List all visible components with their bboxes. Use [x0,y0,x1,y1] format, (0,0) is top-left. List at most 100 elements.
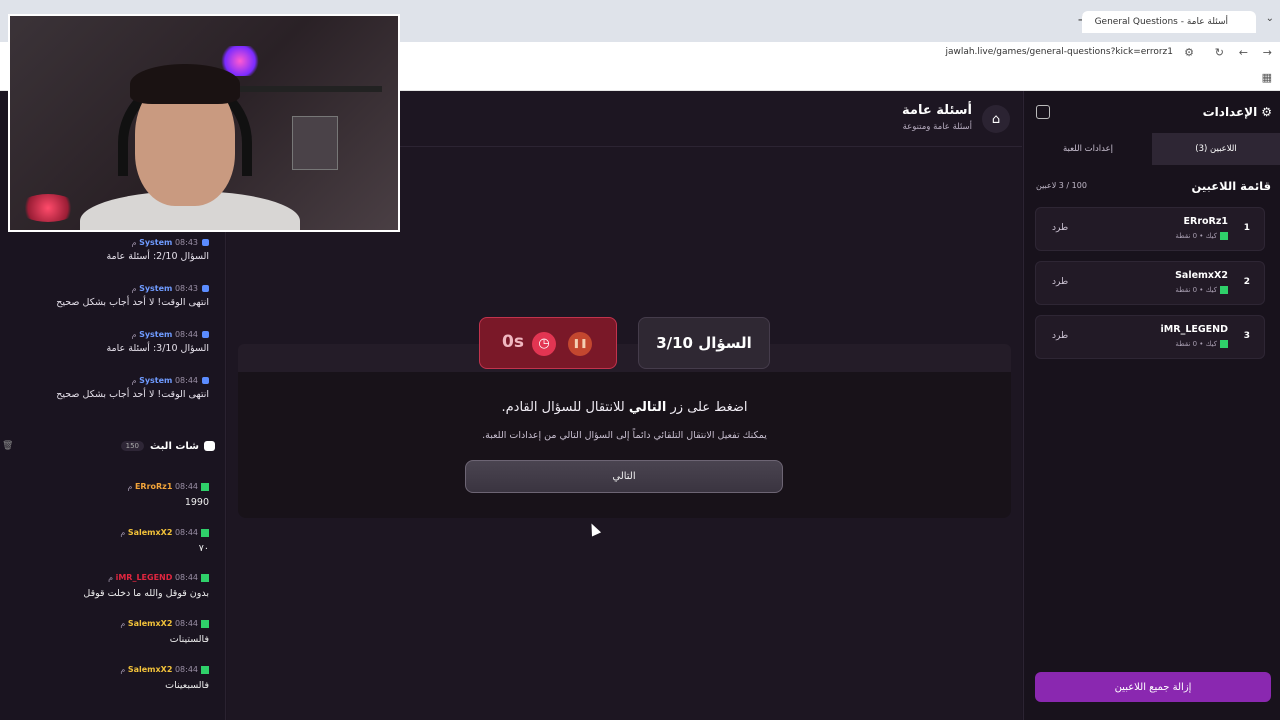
remove-all-players-button[interactable]: إزالة جميع اللاعبين [1035,672,1271,702]
shelf [222,86,382,92]
chat-message: ERroRz1 08:44 م 1990 [0,482,209,508]
stream-chat-header: شات البث 150 [1,438,215,454]
timer-box: 0s ◷ ❚❚ [479,317,617,369]
next-button[interactable]: التالي [465,460,783,493]
chat-message: SalemxX2 08:44 م فالستينات [0,619,209,645]
player-meta: كيك • 0 نقطة [1175,286,1228,294]
prompt-text: للانتقال للسؤال القادم. [501,400,629,415]
chat-text: 1990 [184,497,209,508]
player-name: ERroRz1 [1183,216,1228,227]
stream-chat-title: شات البث [150,440,199,452]
kick-player-button[interactable]: طرد [1052,223,1068,233]
forward-icon[interactable]: → [1263,46,1272,59]
timer-value: 0s [502,332,524,352]
viewer-count-badge: 150 [120,441,145,451]
kick-logo-icon [201,573,209,582]
player-card: 1 ERroRz1 كيك • 0 نقطة طرد [1035,207,1265,251]
system-message: System 08:44 م انتهى الوقت! لا أحد أجاب … [0,376,209,400]
url-bar[interactable]: jawlah.live/games/general-questions?kick… [945,47,1173,57]
kick-player-button[interactable]: طرد [1052,331,1068,341]
message-sender: System [139,284,173,293]
system-message: System 08:43 م السؤال 2/10: أسئلة عامة [0,238,209,262]
players-list-title: قائمة اللاعبين [1191,179,1271,193]
system-icon [202,331,209,338]
kick-logo-icon [1220,232,1228,240]
chat-username[interactable]: SalemxX2 [128,619,173,628]
message-text: انتهى الوقت! لا أحد أجاب بشكل صحيح [56,389,209,400]
system-message: System 08:43 م انتهى الوقت! لا أحد أجاب … [0,284,209,308]
chat-text: ٧٠ [198,543,209,554]
message-text: انتهى الوقت! لا أحد أجاب بشكل صحيح [56,297,209,308]
player-rank: 1 [1243,223,1250,233]
kick-logo-icon [201,528,209,537]
player-meta: كيك • 0 نقطة [1175,232,1228,240]
kick-player-button[interactable]: طرد [1052,277,1068,287]
auto-advance-hint: يمكنك تفعيل الانتقال التلقائي دائماً إلى… [482,430,767,441]
chat-username[interactable]: SalemxX2 [128,665,173,674]
wall-poster [292,116,338,170]
system-icon [202,285,209,292]
kick-logo-icon [201,665,209,674]
player-card: 2 SalemxX2 كيك • 0 نقطة طرد [1035,261,1265,305]
mouse-cursor [586,521,602,537]
chat-username[interactable]: SalemxX2 [128,528,173,537]
system-icon [202,377,209,384]
player-rank: 3 [1243,331,1250,341]
back-icon[interactable]: ← [1239,46,1248,59]
player-name: SalemxX2 [1175,270,1228,281]
home-icon: ⌂ [991,111,1001,127]
player-meta-text: كيك • 0 نقطة [1175,232,1217,240]
chat-message: iMR_LEGEND 08:44 م بدون قوقل والله ما دخ… [0,573,209,599]
player-meta-text: كيك • 0 نقطة [1175,286,1217,294]
tab-title: General Questions - أسئلة عامة [1094,17,1228,27]
ring-light [18,194,78,222]
prompt-highlight: التالي [628,400,667,415]
system-icon [202,239,209,246]
next-question-card: اضغط على زر التالي للانتقال للسؤال القاد… [238,372,1011,518]
pause-button[interactable]: ❚❚ [568,332,592,356]
player-card: 3 iMR_LEGEND كيك • 0 نقطة طرد [1035,315,1265,359]
settings-sidebar: ⚙الإعدادات إعدادات اللعبة اللاعبين (3) ق… [1023,91,1280,720]
gear-icon: ⚙ [1261,105,1272,119]
webcam-overlay [8,14,400,232]
player-meta: كيك • 0 نقطة [1175,340,1228,348]
apps-icon[interactable]: ▦ [1262,71,1272,84]
home-button[interactable]: ⌂ [982,105,1010,133]
chat-message: SalemxX2 08:44 م ٧٠ [0,528,209,554]
game-subtitle: أسئلة عامة ومتنوعة [902,122,972,132]
chat-username[interactable]: iMR_LEGEND [116,573,173,582]
message-text: السؤال 2/10: أسئلة عامة [106,251,209,262]
tab-players[interactable]: اللاعبين (3) [1152,133,1280,165]
tab-game-settings[interactable]: إعدادات اللعبة [1024,133,1152,165]
next-prompt: اضغط على زر التالي للانتقال للسؤال القاد… [238,400,1011,415]
browser-tab[interactable]: General Questions - أسئلة عامة [1082,11,1256,33]
tab-dropdown-icon[interactable]: ⌄ [1266,13,1274,24]
chat-username[interactable]: ERroRz1 [135,482,172,491]
player-rank: 2 [1243,277,1250,287]
question-counter: السؤال 3/10 [638,317,770,369]
settings-title-text: الإعدادات [1202,105,1258,119]
settings-title: ⚙الإعدادات [1203,105,1272,119]
reload-icon[interactable]: ↻ [1215,46,1224,59]
kick-logo-icon [1220,340,1228,348]
player-name: iMR_LEGEND [1160,324,1228,335]
message-text: السؤال 3/10: أسئلة عامة [106,343,209,354]
player-meta-text: كيك • 0 نقطة [1175,340,1217,348]
chat-text: فالستينات [169,634,209,645]
chat-message: SalemxX2 08:44 م فالسبعينات [0,665,209,691]
system-message: System 08:44 م السؤال 3/10: أسئلة عامة [0,330,209,354]
streamer-hair [130,64,240,104]
settings-tabs: إعدادات اللعبة اللاعبين (3) [1024,133,1280,165]
site-settings-icon[interactable]: ⚙ [1184,46,1194,59]
chat-text: بدون قوقل والله ما دخلت قوقل [83,588,209,599]
collapse-sidebar-icon[interactable] [1036,105,1050,119]
chat-text: فالسبعينات [165,680,209,691]
kick-logo-icon [1220,286,1228,294]
message-sender: System [139,238,173,247]
message-sender: System [139,330,173,339]
game-title: أسئلة عامة [902,103,972,118]
players-count: 100 / 3 لاعبين [1036,181,1087,190]
kick-logo-icon [201,619,209,628]
clock-icon: ◷ [532,332,556,356]
kick-logo-icon [201,482,209,491]
